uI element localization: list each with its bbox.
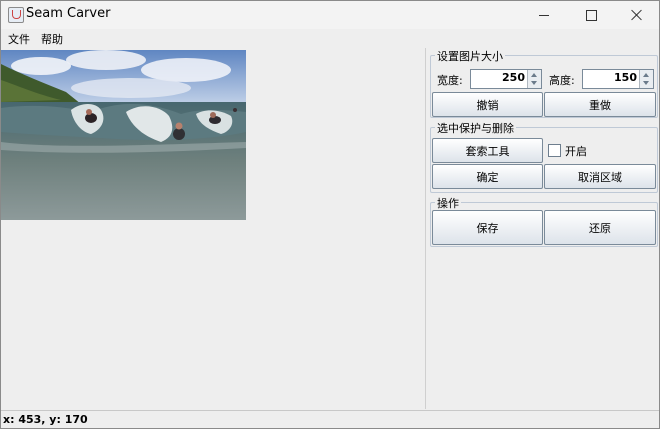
lasso-tool-button[interactable]: 套索工具 (432, 138, 543, 163)
restore-button[interactable]: 还原 (544, 210, 656, 245)
resize-group: 设置图片大小 宽度: 250 高度: 150 撤销 重做 (430, 48, 658, 118)
operations-group-title: 操作 (435, 195, 461, 211)
spin-down-icon[interactable] (643, 81, 649, 85)
width-value[interactable]: 250 (502, 71, 525, 84)
minimize-button[interactable] (521, 1, 567, 29)
menu-help[interactable]: 帮助 (41, 31, 63, 47)
surf-photo (1, 50, 246, 220)
height-spinner[interactable]: 150 (582, 69, 654, 89)
width-spin-arrows[interactable] (527, 70, 541, 88)
spin-up-icon[interactable] (643, 73, 649, 77)
protect-group: 选中保护与删除 套索工具 开启 确定 取消区域 (430, 120, 658, 193)
protect-group-title: 选中保护与删除 (435, 120, 516, 136)
status-bar: x: 453, y: 170 (1, 410, 659, 428)
enable-checkbox[interactable] (548, 144, 561, 157)
resize-group-title: 设置图片大小 (435, 48, 505, 64)
close-icon (631, 9, 643, 21)
height-spin-arrows[interactable] (639, 70, 653, 88)
width-label: 宽度: (437, 74, 463, 87)
menu-bar: 文件 帮助 (1, 29, 659, 48)
title-bar[interactable]: Seam Carver (1, 1, 659, 29)
width-spinner[interactable]: 250 (470, 69, 542, 89)
image-canvas[interactable] (1, 48, 426, 409)
cancel-region-button[interactable]: 取消区域 (544, 164, 656, 189)
maximize-icon (585, 9, 597, 21)
undo-button[interactable]: 撤销 (432, 92, 543, 117)
spin-down-icon[interactable] (531, 81, 537, 85)
window-title: Seam Carver (26, 6, 111, 21)
java-cup-icon (8, 7, 24, 23)
enable-label[interactable]: 开启 (565, 143, 587, 159)
menu-file[interactable]: 文件 (8, 31, 30, 47)
control-panel: 设置图片大小 宽度: 250 高度: 150 撤销 重做 选中保护与删除 套索工… (427, 48, 659, 409)
confirm-button[interactable]: 确定 (432, 164, 543, 189)
minimize-icon (539, 14, 549, 16)
cursor-coordinates: x: 453, y: 170 (3, 413, 88, 426)
operations-group: 操作 保存 还原 (430, 195, 658, 247)
height-label: 高度: (549, 74, 575, 87)
spin-up-icon[interactable] (531, 73, 537, 77)
close-button[interactable] (614, 1, 659, 29)
maximize-button[interactable] (568, 1, 614, 29)
height-value[interactable]: 150 (614, 71, 637, 84)
save-button[interactable]: 保存 (432, 210, 543, 245)
app-window: Seam Carver 文件 帮助 设置图片大小 宽度: 250 高度: 150… (0, 0, 660, 429)
redo-button[interactable]: 重做 (544, 92, 656, 117)
